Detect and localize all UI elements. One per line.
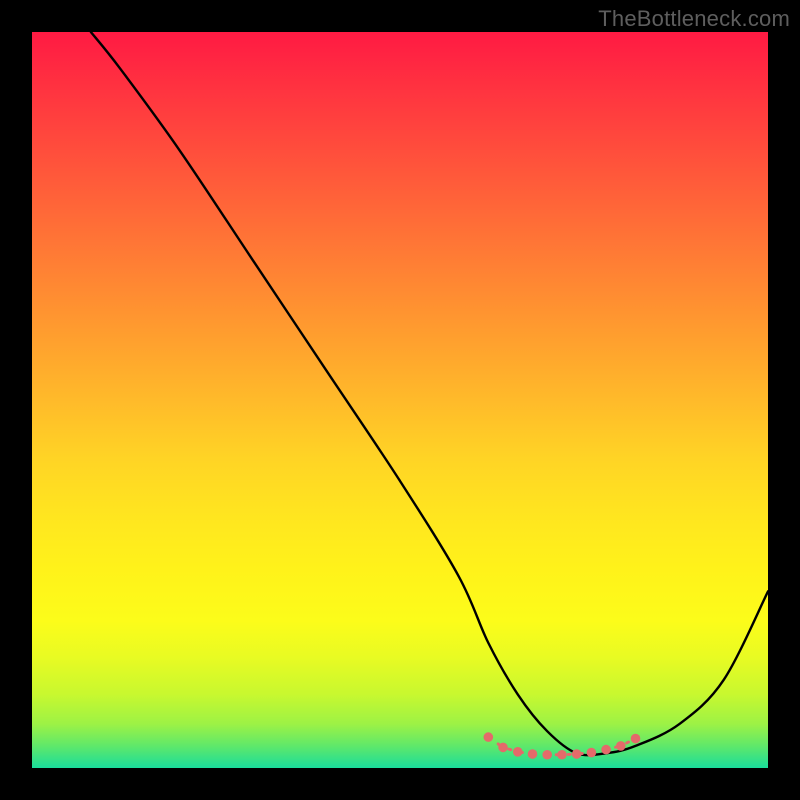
- bottleneck-curve-path: [91, 32, 768, 755]
- highlight-dots-group: [484, 732, 641, 759]
- highlight-dot: [616, 741, 626, 751]
- highlight-dot: [484, 732, 494, 742]
- highlight-dot: [631, 734, 641, 744]
- highlight-dot: [572, 749, 582, 759]
- highlight-dot: [513, 747, 523, 757]
- highlight-dot: [587, 748, 597, 758]
- watermark-text: TheBottleneck.com: [598, 6, 790, 32]
- highlight-dot: [557, 750, 567, 760]
- chart-plot-area: [32, 32, 768, 768]
- chart-svg: [32, 32, 768, 768]
- highlight-dash: [488, 737, 635, 755]
- highlight-dot: [528, 749, 538, 759]
- highlight-dot: [542, 750, 552, 760]
- highlight-dot: [601, 745, 611, 755]
- highlight-dot: [498, 743, 508, 753]
